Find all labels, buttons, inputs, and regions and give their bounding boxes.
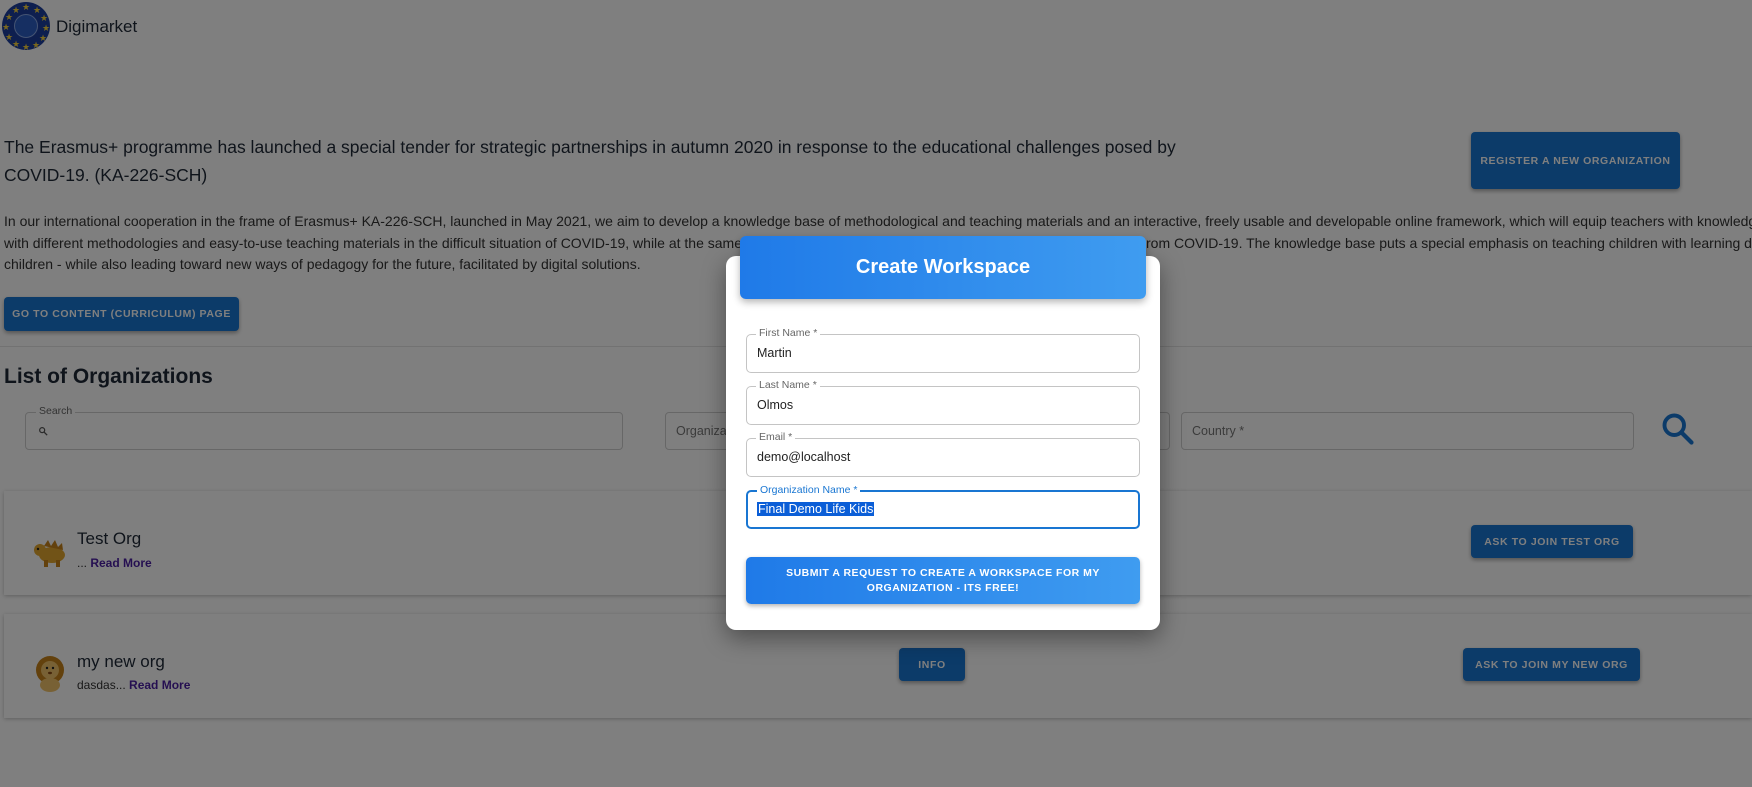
last-name-field[interactable]: Last Name * Olmos [746,379,1140,425]
field-value: Final Demo Life Kids [757,502,875,516]
create-workspace-dialog: Create Workspace First Name * Martin Las… [726,236,1160,630]
field-value: Martin [757,346,792,360]
dialog-title: Create Workspace [740,236,1146,299]
organization-name-field[interactable]: Organization Name * Final Demo Life Kids [746,484,1140,529]
field-value: Olmos [757,398,794,412]
first-name-field[interactable]: First Name * Martin [746,327,1140,373]
field-label: Last Name * [756,379,820,391]
field-label: Organization Name * [757,484,861,496]
submit-request-button[interactable]: Submit a request to create a workspace f… [746,557,1140,604]
email-field[interactable]: Email * demo@localhost [746,431,1140,477]
field-label: Email * [756,431,796,443]
field-value: demo@localhost [757,450,851,464]
field-label: First Name * [756,327,821,339]
